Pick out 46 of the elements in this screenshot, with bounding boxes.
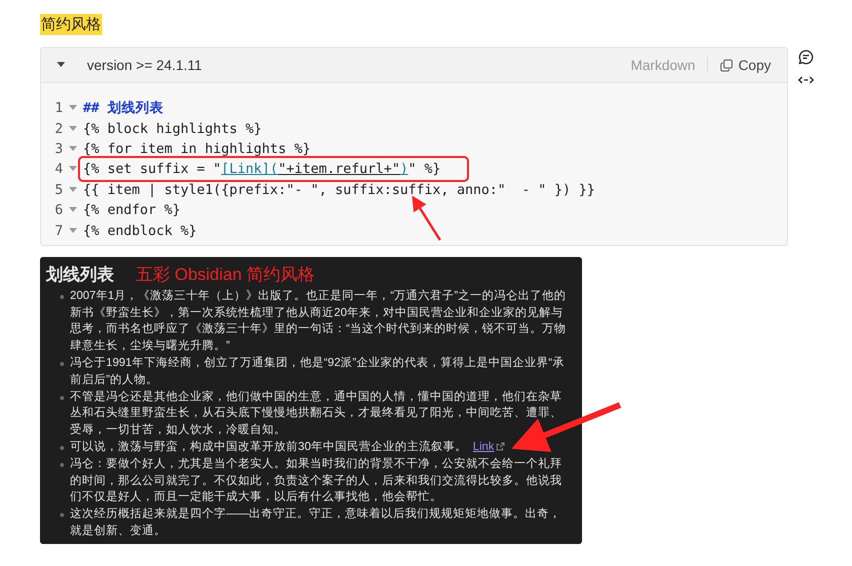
line-number: 7	[54, 222, 63, 239]
collapse-arrow-icon[interactable]	[57, 62, 65, 68]
fold-arrow-icon[interactable]	[69, 166, 77, 172]
fold-arrow-icon[interactable]	[69, 105, 77, 112]
bullet-dot	[60, 294, 64, 299]
fold-arrow-icon[interactable]	[69, 146, 77, 152]
code-line: {% endblock %}	[83, 222, 197, 239]
bullet-dot	[60, 462, 64, 467]
bullet-dot	[60, 362, 64, 366]
annotation-arrow	[412, 196, 442, 241]
code-line: {{ item | style1({prefix:"- ", suffix:suffix, anno:" - " }) }}	[83, 182, 596, 198]
link[interactable]: Link	[472, 440, 506, 453]
code-line: {% endfor %}	[83, 202, 181, 218]
line-number: 1	[54, 100, 63, 116]
fold-arrow-icon[interactable]	[69, 126, 77, 132]
comment-icon[interactable]	[798, 49, 814, 65]
line-number: 3	[54, 140, 63, 157]
line-number: 5	[54, 182, 63, 198]
list-text: 冯仑：要做个好人，尤其是当个老实人。如果当时我们的背景不干净，公安就不会给一个礼拜的时间，那么公司就完了。不仅如此，负责这个案子的人，后来和我们交流得比较多。他说我们不仅是好人，而且一定能干成大事，以后有什么事找他，他会帮忙。	[70, 456, 563, 506]
line-number: 4	[54, 161, 63, 178]
list-text: 2007年1月，《激荡三十年（上）》出版了。也正是同一年，“万通六君子”之一的冯仑出了他的新书《野蛮生长》，第一次系统性梳理了他从商近20年来，对中国民营企业和企业家的见解与思考，而书名也呼应了《激荡三十年》里的一句话：“当这个时代到来的时候，锐不可当。万物肆意生长，尘埃与曙光升腾。”	[70, 288, 567, 354]
bullet-dot	[60, 446, 64, 450]
fold-arrow-icon[interactable]	[69, 228, 77, 234]
list-text: 这次经历概括起来就是四个字——出奇守正。守正，意味着以后我们规规矩矩地做事。出奇，就是创新、变通。	[70, 506, 562, 539]
code-line: {% set suffix = "[Link]("+item.refurl+")" %}	[83, 161, 441, 178]
list-text: 冯仑于1991年下海经商，创立了万通集团，他是“92派”企业家的代表，算得上是中国企业界“承前启后”的人物。	[70, 354, 566, 388]
fold-arrow-icon[interactable]	[69, 186, 77, 193]
code-line: {% for item in highlights %}	[83, 140, 311, 157]
external-link-icon	[496, 442, 506, 452]
copy-button[interactable]: Copy	[708, 57, 771, 73]
preview-title: 划线列表	[46, 264, 114, 286]
bullet-dot	[60, 396, 64, 400]
language-label: Markdown	[630, 57, 708, 73]
list-text: 可以说，激荡与野蛮，构成中国改革开放前30年中国民营企业的主流叙事。 Link	[70, 438, 570, 456]
code-line: {% block highlights %}	[83, 120, 262, 137]
code-block-title: version >= 24.1.11	[87, 57, 202, 73]
expand-width-icon[interactable]	[798, 75, 814, 85]
line-number: 6	[54, 202, 63, 218]
annotation-text: 五彩 Obsidian 简约风格	[136, 264, 315, 286]
code-line: ## 划线列表	[83, 99, 164, 118]
copy-icon	[720, 58, 734, 72]
bullet-dot	[60, 513, 64, 518]
fold-arrow-icon[interactable]	[69, 207, 77, 214]
line-number: 2	[54, 120, 63, 137]
list-text: 不管是冯仑还是其他企业家，他们做中国的生意，通中国的人情，懂中国的道理，他们在杂草丛和石头缝里野蛮生长，从石头底下慢慢地拱翻石头，才最终看见了阳光，中间吃苦、遭罪、受辱，一切甘苦，如人饮水，冷暖自知。	[70, 388, 563, 438]
heading: 简约风格	[40, 14, 102, 35]
